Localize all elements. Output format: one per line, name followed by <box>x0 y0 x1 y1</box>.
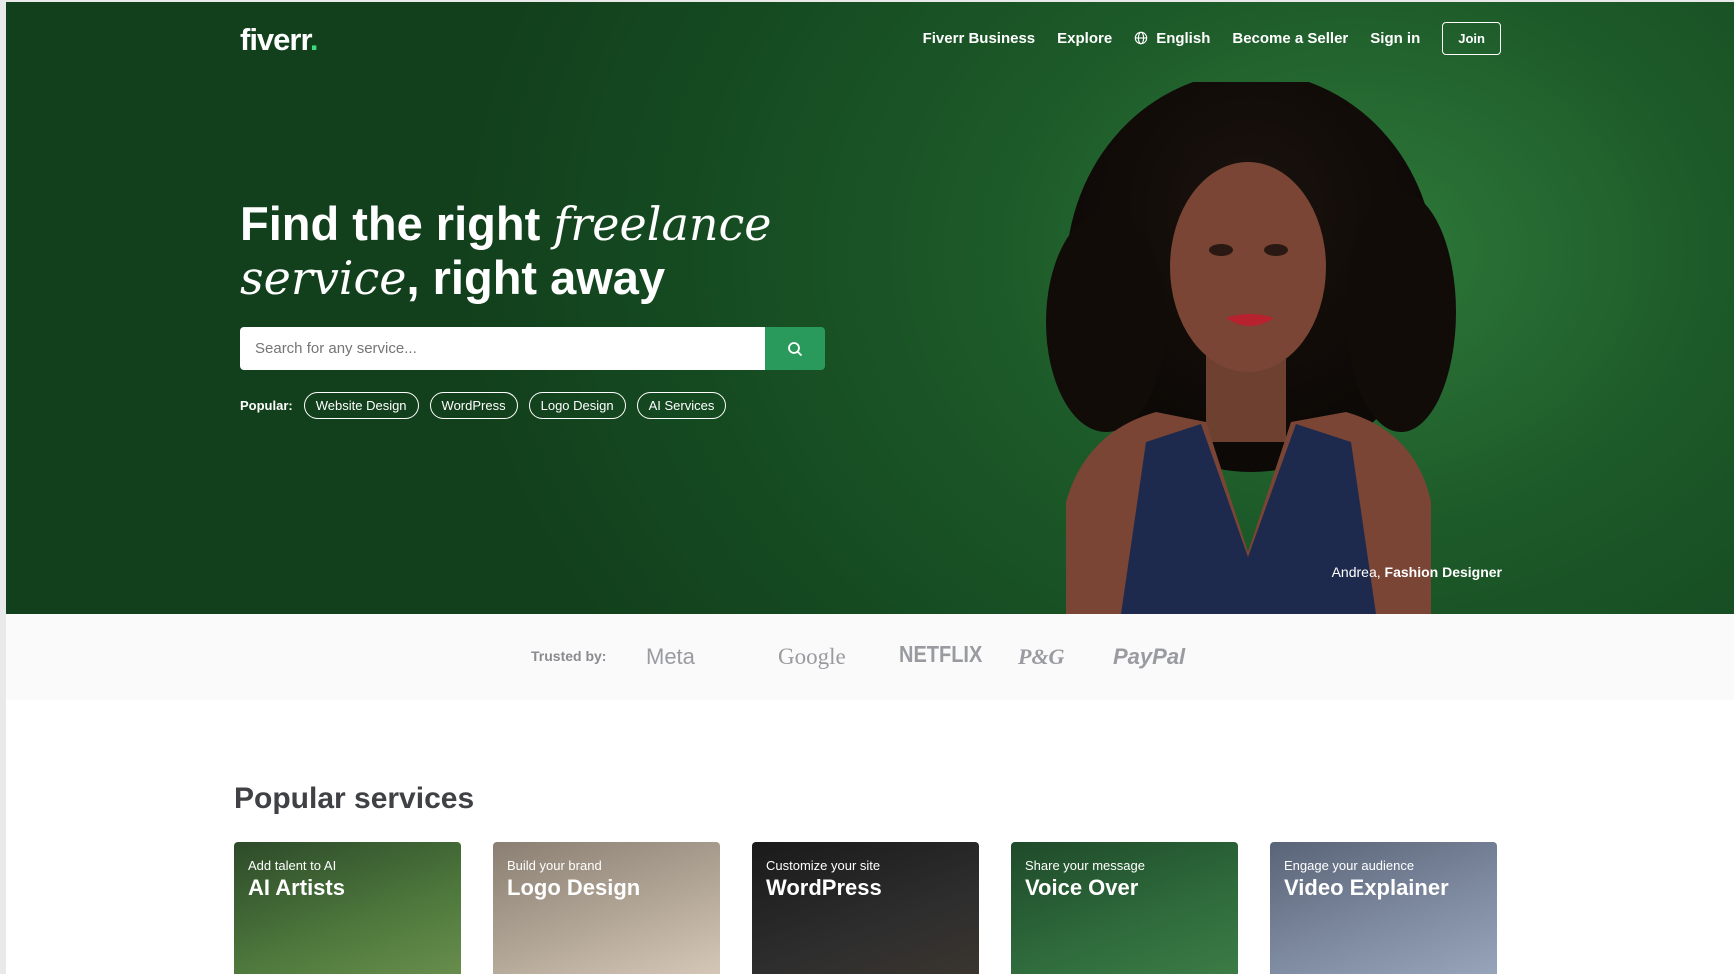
join-button[interactable]: Join <box>1442 21 1501 55</box>
caption-role: Fashion Designer <box>1384 564 1502 580</box>
card-subtitle: Share your message <box>1025 858 1145 873</box>
nav-sign-in[interactable]: Sign in <box>1370 30 1420 47</box>
brand-logo-netflix: NETFLIX <box>899 642 983 668</box>
brand-logo-google: Google <box>778 644 846 669</box>
brand-logo-pg: P&G <box>1018 644 1065 669</box>
popular-services-title: Popular services <box>234 782 475 815</box>
card-title: WordPress <box>766 875 882 900</box>
popular-label: Popular: <box>240 398 293 413</box>
search-button[interactable] <box>765 327 825 370</box>
hero-caption: Andrea, Fashion Designer <box>1332 564 1502 580</box>
trusted-label: Trusted by: <box>531 648 607 664</box>
logo-dot: . <box>309 22 319 57</box>
card-subtitle: Customize your site <box>766 858 881 873</box>
hero-headline: Find the right freelance service, right … <box>240 197 772 305</box>
popular-tag-website-design[interactable]: Website Design <box>303 392 419 419</box>
search-icon <box>788 341 803 356</box>
top-nav: Fiverr Business Explore English Become a… <box>923 21 1501 55</box>
caption-name: Andrea, <box>1331 564 1381 580</box>
nav-fiverr-business[interactable]: Fiverr Business <box>923 30 1036 47</box>
card-title: AI Artists <box>248 875 345 900</box>
service-card-ai-artists[interactable]: Add talent to AI AI Artists <box>234 842 461 974</box>
brand-logo-meta: Meta <box>646 644 695 669</box>
headline-italic-2: service <box>240 251 407 305</box>
nav-language-label: English <box>1156 29 1211 47</box>
nav-explore[interactable]: Explore <box>1057 30 1112 47</box>
fiverr-logo[interactable]: fiverr. <box>240 22 319 58</box>
card-subtitle: Add talent to AI <box>248 858 337 873</box>
card-subtitle: Engage your audience <box>1284 858 1415 873</box>
hero-section: fiverr. Fiverr Business Explore English … <box>6 2 1734 614</box>
globe-icon <box>1134 31 1148 45</box>
popular-tag-wordpress[interactable]: WordPress <box>429 392 518 419</box>
popular-services-cards: Add talent to AI AI Artists Build your b… <box>234 842 1497 974</box>
headline-part-2: , right away <box>406 251 666 304</box>
nav-become-seller[interactable]: Become a Seller <box>1232 30 1348 47</box>
card-title: Logo Design <box>507 875 641 900</box>
logo-text: fiverr <box>240 22 311 57</box>
headline-part-1: Find the right <box>240 197 554 250</box>
service-card-logo-design[interactable]: Build your brand Logo Design <box>493 842 720 974</box>
headline-italic-1: freelance <box>553 197 772 251</box>
popular-tags: Popular: Website Design WordPress Logo D… <box>240 392 727 419</box>
hero-portrait-image <box>1046 82 1456 614</box>
service-card-voice-over[interactable]: Share your message Voice Over <box>1011 842 1238 974</box>
nav-language[interactable]: English <box>1134 30 1210 47</box>
popular-tag-ai-services[interactable]: AI Services <box>636 392 727 419</box>
card-title: Voice Over <box>1025 875 1139 900</box>
brand-logo-paypal: PayPal <box>1113 644 1186 669</box>
service-card-video-explainer[interactable]: Engage your audience Video Explainer <box>1270 842 1497 974</box>
card-title: Video Explainer <box>1284 875 1449 900</box>
card-subtitle: Build your brand <box>507 858 602 873</box>
trusted-by-bar: Trusted by: Meta Google NETFLIX P&G PayP… <box>6 614 1734 700</box>
search-input[interactable] <box>240 327 765 370</box>
service-card-wordpress[interactable]: Customize your site WordPress <box>752 842 979 974</box>
search-bar <box>240 327 825 370</box>
popular-tag-logo-design[interactable]: Logo Design <box>528 392 626 419</box>
